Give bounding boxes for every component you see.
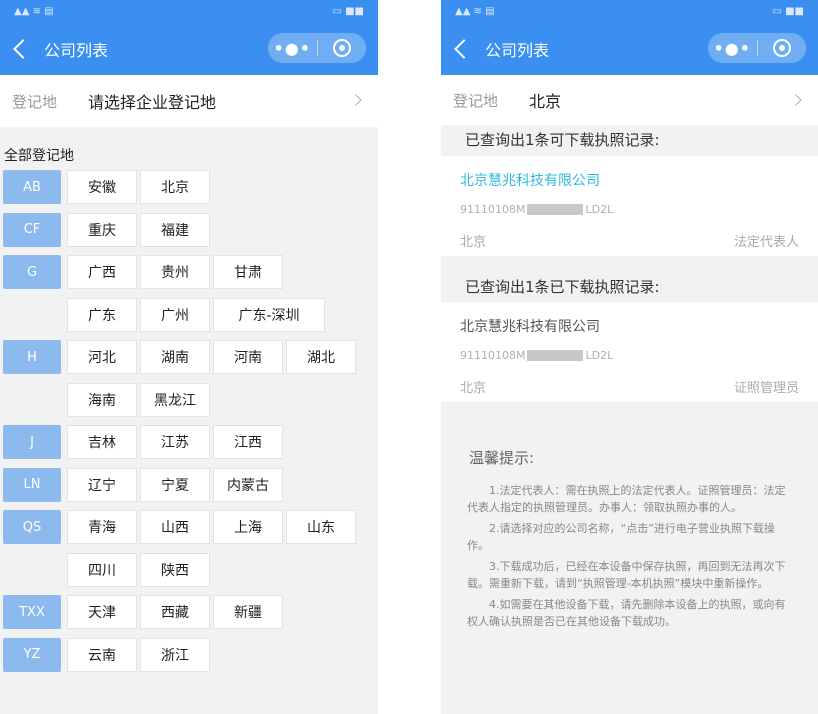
registration-label: 登记地 bbox=[453, 91, 499, 110]
nav-bar: 公司列表 •●• bbox=[0, 22, 378, 75]
record-city: 北京 bbox=[460, 380, 487, 396]
all-regions-title: 全部登记地 bbox=[4, 148, 74, 164]
region-option[interactable]: 新疆 bbox=[213, 595, 283, 629]
region-option[interactable]: 上海 bbox=[213, 510, 283, 544]
credit-code: 91110108M LD2L bbox=[460, 202, 614, 216]
mini-program-capsule: •●• bbox=[268, 33, 366, 63]
region-option[interactable]: 浙江 bbox=[140, 637, 210, 672]
downloadable-section-title: 已查询出1条可下载执照记录: bbox=[465, 131, 660, 149]
company-link[interactable]: 北京慧兆科技有限公司 bbox=[460, 156, 799, 196]
region-option[interactable]: 海南 bbox=[67, 382, 137, 417]
index-letter[interactable]: J bbox=[3, 425, 61, 459]
index-letter[interactable]: AB bbox=[3, 170, 61, 204]
region-option[interactable]: 西藏 bbox=[140, 595, 210, 629]
masked-code bbox=[527, 203, 584, 215]
downloaded-section-title: 已查询出1条已下载执照记录: bbox=[465, 278, 660, 296]
region-option[interactable]: 青海 bbox=[67, 510, 137, 544]
region-option[interactable]: 广州 bbox=[140, 297, 210, 332]
index-letter[interactable]: YZ bbox=[3, 637, 61, 672]
region-option[interactable]: 福建 bbox=[140, 212, 210, 247]
battery-icon: ▭ ■■ bbox=[332, 5, 364, 17]
signal-icon: ▲▲ ≋ ▤ bbox=[455, 5, 495, 17]
registration-label: 登记地 bbox=[12, 92, 58, 111]
masked-code bbox=[527, 349, 584, 361]
chevron-right-icon bbox=[350, 94, 362, 106]
nav-bar: 公司列表 •●• bbox=[441, 22, 818, 75]
right-phone-screen: ▲▲ ≋ ▤ ▭ ■■ 公司列表 •●• 登记地 北京 已查询出1条可下载执照记… bbox=[441, 0, 818, 714]
region-option[interactable]: 重庆 bbox=[67, 212, 137, 247]
region-option[interactable]: 内蒙古 bbox=[213, 467, 283, 502]
index-letter[interactable]: TXX bbox=[3, 595, 61, 629]
registration-value: 北京 bbox=[529, 92, 562, 111]
region-option[interactable]: 辽宁 bbox=[67, 467, 137, 502]
index-letter[interactable]: H bbox=[3, 340, 61, 374]
company-name: 北京慧兆科技有限公司 bbox=[460, 319, 600, 335]
region-option[interactable]: 天津 bbox=[67, 595, 137, 629]
back-arrow-icon[interactable] bbox=[13, 38, 33, 59]
region-option[interactable]: 广东-深圳 bbox=[213, 297, 325, 332]
region-option[interactable]: 广东 bbox=[67, 297, 137, 332]
region-option[interactable]: 江西 bbox=[213, 425, 283, 459]
close-mini-program-icon[interactable] bbox=[317, 39, 366, 57]
record-role: 证照管理员 bbox=[733, 380, 799, 396]
region-option[interactable]: 广西 bbox=[67, 255, 137, 289]
battery-icon: ▭ ■■ bbox=[772, 5, 804, 17]
more-options-icon[interactable]: •●• bbox=[268, 39, 317, 58]
mini-program-capsule: •●• bbox=[708, 33, 806, 63]
notice-paragraph: 4.如需要在其他设备下载，请先删除本设备上的执照，或向有权人确认执照是否已在其他… bbox=[467, 598, 786, 628]
page-title: 公司列表 bbox=[485, 40, 550, 60]
credit-code: 91110108M LD2L bbox=[460, 348, 614, 362]
page-title: 公司列表 bbox=[44, 40, 109, 60]
region-option[interactable]: 甘肃 bbox=[213, 255, 283, 289]
registration-value: 请选择企业登记地 bbox=[88, 93, 217, 112]
index-letter[interactable]: G bbox=[3, 255, 61, 289]
region-option[interactable]: 河北 bbox=[67, 340, 137, 374]
close-mini-program-icon[interactable] bbox=[757, 39, 806, 57]
region-option[interactable]: 吉林 bbox=[67, 425, 137, 459]
index-letter[interactable]: CF bbox=[3, 212, 61, 247]
region-option[interactable]: 北京 bbox=[140, 170, 210, 204]
region-option[interactable]: 贵州 bbox=[140, 255, 210, 289]
downloadable-record-card[interactable]: 北京慧兆科技有限公司 91110108M LD2L 北京 法定代表人 bbox=[441, 156, 818, 256]
notice-paragraph: 3.下载成功后，已经在本设备中保存执照，再回到无法再次下载。需重新下载，请到“执… bbox=[467, 560, 786, 590]
index-letter[interactable]: QS bbox=[3, 510, 61, 544]
downloaded-record-card: 北京慧兆科技有限公司 91110108M LD2L 北京 证照管理员 bbox=[441, 302, 818, 402]
region-option[interactable]: 陕西 bbox=[140, 552, 210, 587]
index-letter[interactable]: LN bbox=[3, 467, 61, 502]
notice-title: 温馨提示: bbox=[469, 449, 535, 467]
region-option[interactable]: 宁夏 bbox=[140, 467, 210, 502]
region-option[interactable]: 安徽 bbox=[67, 170, 137, 204]
region-option[interactable]: 云南 bbox=[67, 637, 137, 672]
more-options-icon[interactable]: •●• bbox=[708, 39, 757, 58]
region-option[interactable]: 江苏 bbox=[140, 425, 210, 459]
tips-notice: 温馨提示: 1.法定代表人：需在执照上的法定代表人。证照管理员：法定代表人指定的… bbox=[441, 425, 818, 714]
region-option[interactable]: 湖南 bbox=[140, 340, 210, 374]
region-option[interactable]: 山西 bbox=[140, 510, 210, 544]
status-bar: ▲▲ ≋ ▤ ▭ ■■ bbox=[0, 0, 378, 22]
record-role: 法定代表人 bbox=[733, 234, 799, 250]
registration-selector[interactable]: 登记地 北京 bbox=[441, 75, 818, 125]
chevron-right-icon bbox=[790, 94, 802, 106]
notice-paragraph: 2.请选择对应的公司名称，“点击”进行电子营业执照下载操作。 bbox=[467, 522, 775, 552]
region-option[interactable]: 四川 bbox=[67, 552, 137, 587]
region-option[interactable]: 山东 bbox=[286, 510, 356, 544]
registration-selector[interactable]: 登记地 请选择企业登记地 bbox=[0, 75, 378, 127]
status-bar: ▲▲ ≋ ▤ ▭ ■■ bbox=[441, 0, 818, 22]
region-option[interactable]: 河南 bbox=[213, 340, 283, 374]
region-option[interactable]: 黑龙江 bbox=[140, 382, 210, 417]
region-option[interactable]: 湖北 bbox=[286, 340, 356, 374]
signal-icon: ▲▲ ≋ ▤ bbox=[14, 5, 54, 17]
left-phone-screen: ▲▲ ≋ ▤ ▭ ■■ 公司列表 •●• 登记地 请选择企业登记地 全部登记地 … bbox=[0, 0, 378, 714]
back-arrow-icon[interactable] bbox=[454, 38, 474, 59]
record-city: 北京 bbox=[460, 234, 487, 250]
notice-paragraph: 1.法定代表人：需在执照上的法定代表人。证照管理员：法定代表人指定的执照管理员。… bbox=[467, 484, 786, 514]
